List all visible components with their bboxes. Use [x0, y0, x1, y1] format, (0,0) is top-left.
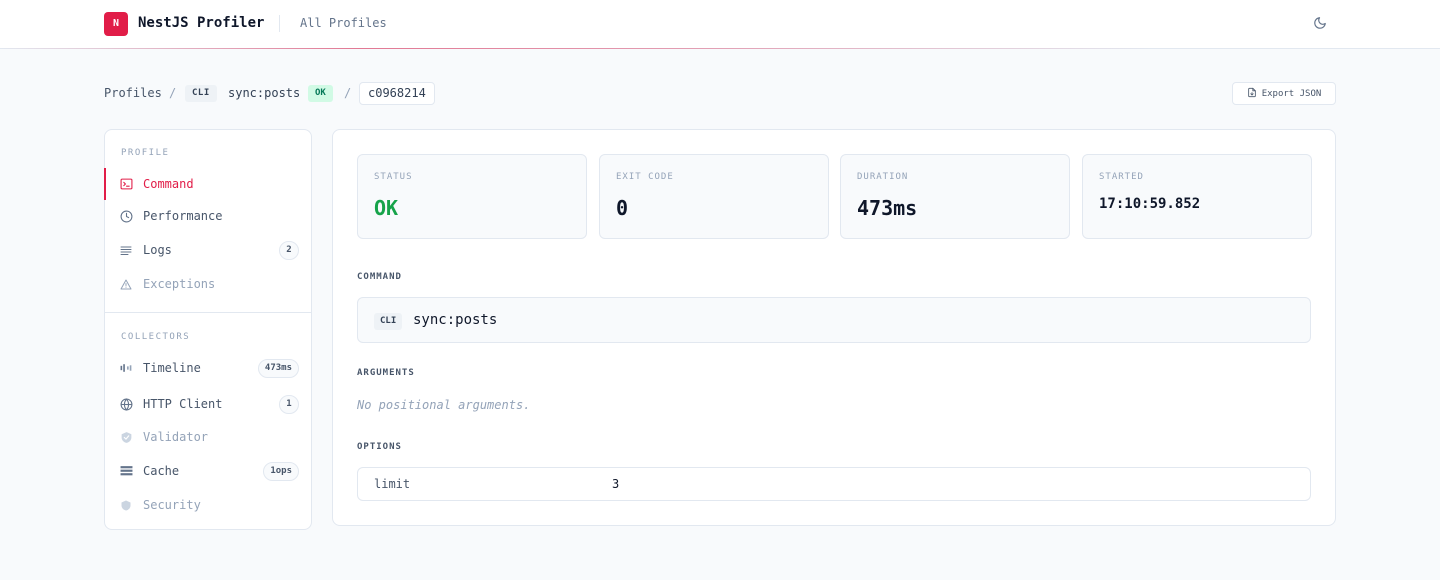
logs-count-badge: 2: [279, 241, 299, 260]
command-text: sync:posts: [413, 312, 498, 328]
clock-icon: [119, 209, 133, 223]
breadcrumb-separator: /: [169, 86, 177, 100]
options-section-title: OPTIONS: [357, 442, 402, 452]
terminal-icon: [119, 177, 133, 191]
profile-id[interactable]: c0968214: [359, 82, 435, 105]
sidebar-item-label: Security: [143, 498, 201, 512]
breadcrumb-separator: /: [344, 86, 352, 100]
stat-card-status: STATUS OK: [357, 154, 587, 239]
stat-value: OK: [374, 196, 399, 220]
option-value: 3: [612, 477, 620, 491]
cache-ops-badge: 1ops: [263, 462, 299, 481]
timeline-duration-badge: 473ms: [257, 359, 299, 378]
sidebar-item-label: Logs: [143, 243, 172, 257]
sidebar-item-logs[interactable]: Logs 2: [105, 234, 311, 266]
header-divider: [279, 15, 280, 32]
no-arguments-text: No positional arguments.: [357, 398, 531, 412]
http-client-count-badge: 1: [279, 395, 299, 414]
export-json-button[interactable]: Export JSON: [1232, 82, 1336, 105]
stat-card-duration: DURATION 473ms: [840, 154, 1070, 239]
status-badge: OK: [308, 85, 333, 102]
stat-card-exit-code: EXIT CODE 0: [599, 154, 829, 239]
stat-value: 17:10:59.852: [1099, 196, 1201, 212]
sidebar-item-performance[interactable]: Performance: [105, 200, 311, 232]
header-accent-line: [0, 48, 1440, 49]
sidebar-item-cache[interactable]: Cache 1ops: [105, 455, 311, 487]
sidebar-item-label: Cache: [143, 464, 180, 478]
sidebar-heading-profile: PROFILE: [121, 148, 170, 158]
warning-icon: [119, 277, 133, 291]
breadcrumb-profiles-link[interactable]: Profiles: [104, 86, 162, 100]
sidebar-item-label: Timeline: [143, 361, 201, 375]
sidebar-item-label: Performance: [143, 209, 223, 223]
sidebar-item-validator[interactable]: Validator: [105, 421, 311, 453]
sidebar: PROFILE Command Performance Logs 2 Excep…: [104, 129, 312, 530]
globe-icon: [119, 397, 133, 411]
sidebar-item-security[interactable]: Security: [105, 489, 311, 521]
top-bar: N NestJS Profiler All Profiles: [0, 0, 1440, 49]
all-profiles-link[interactable]: All Profiles: [300, 16, 387, 30]
sidebar-item-label: Exceptions: [143, 277, 216, 291]
option-key: limit: [374, 477, 411, 491]
sidebar-item-http-client[interactable]: HTTP Client 1: [105, 388, 311, 420]
app-logo[interactable]: N: [104, 12, 128, 36]
stat-card-started: STARTED 17:10:59.852: [1082, 154, 1312, 239]
shield-check-icon: [119, 430, 133, 444]
list-icon: [119, 243, 133, 257]
stat-label: DURATION: [857, 172, 909, 182]
sidebar-item-exceptions[interactable]: Exceptions: [105, 268, 311, 300]
command-section-title: COMMAND: [357, 272, 402, 282]
type-badge: CLI: [185, 85, 217, 102]
command-box: CLI sync:posts: [357, 297, 1311, 343]
database-icon: [119, 464, 133, 478]
command-type-badge: CLI: [374, 313, 403, 330]
timeline-icon: [119, 361, 133, 375]
theme-toggle-button[interactable]: [1308, 12, 1332, 36]
sidebar-item-label: Validator: [143, 430, 209, 444]
moon-icon: [1313, 15, 1327, 34]
sidebar-item-command[interactable]: Command: [104, 168, 311, 200]
breadcrumb-command: sync:posts: [228, 86, 301, 100]
arguments-section-title: ARGUMENTS: [357, 368, 415, 378]
stat-value: 473ms: [857, 196, 918, 220]
stat-label: STARTED: [1099, 172, 1144, 182]
sidebar-item-label: Command: [143, 177, 194, 191]
sidebar-item-label: HTTP Client: [143, 397, 223, 411]
stat-label: EXIT CODE: [616, 172, 674, 182]
stat-value: 0: [616, 196, 629, 220]
file-export-icon: [1247, 87, 1257, 101]
shield-icon: [119, 498, 133, 512]
export-json-label: Export JSON: [1261, 88, 1322, 99]
sidebar-heading-collectors: COLLECTORS: [121, 332, 191, 342]
sidebar-divider: [105, 312, 311, 313]
sidebar-item-timeline[interactable]: Timeline 473ms: [105, 352, 311, 384]
stat-label: STATUS: [374, 172, 413, 182]
main-panel: STATUS OK EXIT CODE 0 DURATION 473ms STA…: [332, 129, 1336, 526]
options-table: limit 3: [357, 467, 1311, 501]
app-title[interactable]: NestJS Profiler: [138, 15, 264, 31]
